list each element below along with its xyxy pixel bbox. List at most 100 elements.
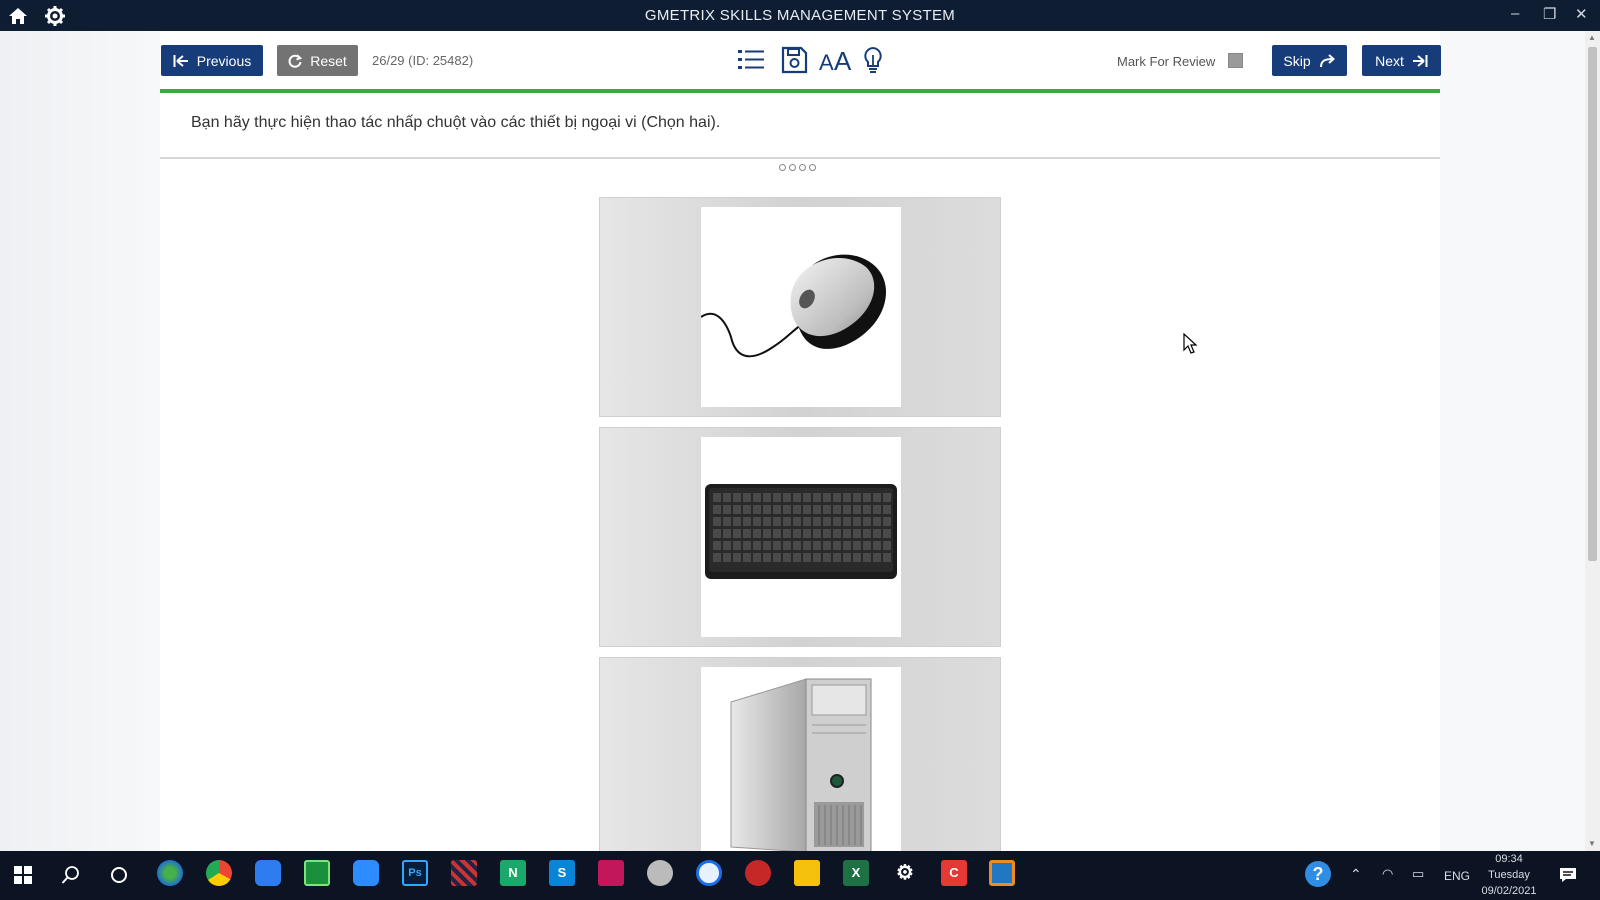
chevron-up-icon[interactable]: ⌃ <box>1350 866 1362 883</box>
vertical-scrollbar[interactable]: ▲ ▼ <box>1585 31 1600 851</box>
clock-time[interactable]: 09:34 <box>1476 853 1542 865</box>
scroll-down-icon[interactable]: ▼ <box>1588 839 1596 848</box>
sticky-notes-icon[interactable] <box>794 860 820 886</box>
chrome-icon[interactable] <box>206 860 232 886</box>
next-button[interactable]: Next <box>1362 45 1441 76</box>
keyboard-key <box>723 505 731 514</box>
skip-arrow-icon <box>1319 53 1335 67</box>
keyboard-key <box>793 541 801 550</box>
answer-tile-desktop[interactable] <box>599 657 1001 857</box>
battery-icon[interactable]: ▭ <box>1412 866 1424 882</box>
minimize-icon[interactable]: ‒ <box>1511 5 1519 22</box>
app-icon[interactable] <box>647 860 673 886</box>
mark-for-review-label: Mark For Review <box>1117 54 1216 69</box>
keyboard-key <box>733 541 741 550</box>
keyboard-key <box>883 517 891 526</box>
divider <box>160 157 1440 159</box>
font-size-icon[interactable]: A A <box>819 45 853 75</box>
app-title: GMETRIX SKILLS MANAGEMENT SYSTEM <box>644 7 956 24</box>
keyboard-key <box>843 493 851 502</box>
app-icon[interactable]: C <box>941 860 967 886</box>
keyboard-key <box>823 517 831 526</box>
keyboard-key <box>873 529 881 538</box>
zalo-icon[interactable] <box>696 860 722 886</box>
notepad-icon[interactable]: N <box>500 860 526 886</box>
edge-icon[interactable] <box>157 860 183 886</box>
svg-text:A: A <box>819 50 834 75</box>
clock-day[interactable]: Tuesday <box>1476 869 1542 881</box>
settings-icon[interactable]: ⚙ <box>892 860 918 886</box>
previous-button[interactable]: Previous <box>161 45 263 76</box>
keyboard-key <box>873 553 881 562</box>
keyboard-key <box>813 493 821 502</box>
keyboard-key <box>803 541 811 550</box>
gmetrix-icon[interactable] <box>989 860 1015 886</box>
scroll-thumb[interactable] <box>1588 47 1597 561</box>
keyboard-key <box>863 541 871 550</box>
keyboard-key <box>773 529 781 538</box>
clock-date[interactable]: 09/02/2021 <box>1476 885 1542 897</box>
keyboard-key <box>823 529 831 538</box>
keyboard-key <box>853 505 861 514</box>
search-icon[interactable] <box>61 865 81 885</box>
cortana-icon[interactable] <box>110 866 128 884</box>
keyboard-key <box>793 517 801 526</box>
keyboard-key <box>883 541 891 550</box>
answer-tile-mouse[interactable] <box>599 197 1001 417</box>
keyboard-key <box>753 541 761 550</box>
keyboard-key <box>743 505 751 514</box>
mark-for-review-checkbox[interactable] <box>1228 53 1243 68</box>
keyboard-key <box>773 541 781 550</box>
keyboard-key <box>743 553 751 562</box>
app-icon[interactable] <box>451 860 477 886</box>
photoshop-icon[interactable]: Ps <box>402 860 428 886</box>
keyboard-key <box>723 553 731 562</box>
keyboard-key <box>813 553 821 562</box>
keyboard-key <box>853 529 861 538</box>
keyboard-key <box>843 517 851 526</box>
list-icon[interactable] <box>736 45 766 75</box>
camtasia-icon[interactable] <box>304 860 330 886</box>
lightbulb-icon[interactable] <box>858 45 888 75</box>
keyboard-key <box>733 553 741 562</box>
close-icon[interactable]: ✕ <box>1575 5 1588 23</box>
keyboard-key <box>813 505 821 514</box>
help-icon[interactable]: ? <box>1305 861 1331 887</box>
keyboard-key <box>833 529 841 538</box>
keyboard-key <box>863 493 871 502</box>
keyboard-key <box>753 517 761 526</box>
answer-tile-keyboard[interactable] <box>599 427 1001 647</box>
keyboard-key <box>853 493 861 502</box>
resize-handle[interactable] <box>779 164 816 171</box>
restore-icon[interactable]: ❐ <box>1543 5 1556 23</box>
keyboard-key <box>713 541 721 550</box>
notification-icon[interactable] <box>1559 867 1577 883</box>
skip-button[interactable]: Skip <box>1272 45 1347 76</box>
keyboard-key <box>763 493 771 502</box>
reset-button[interactable]: Reset <box>277 45 358 76</box>
app-grid-icon[interactable] <box>598 860 624 886</box>
keyboard-key <box>783 541 791 550</box>
keyboard-key <box>763 553 771 562</box>
keyboard-key <box>863 529 871 538</box>
save-icon[interactable] <box>779 45 809 75</box>
handle-dot <box>789 164 796 171</box>
keyboard-key <box>733 493 741 502</box>
scroll-up-icon[interactable]: ▲ <box>1588 33 1596 42</box>
keyboard-key <box>733 505 741 514</box>
keyboard-key <box>743 517 751 526</box>
mouse-pointer-icon <box>1183 333 1198 354</box>
messenger-icon[interactable] <box>255 860 281 886</box>
excel-icon[interactable]: X <box>843 860 869 886</box>
language-indicator[interactable]: ENG <box>1444 869 1470 883</box>
keyboard-key <box>883 493 891 502</box>
windows-start-icon[interactable] <box>14 866 32 884</box>
keyboard-key <box>823 505 831 514</box>
keyboard-key <box>843 505 851 514</box>
wifi-icon[interactable]: ◠ <box>1382 866 1393 882</box>
keyboard-image <box>705 484 897 579</box>
skype-icon[interactable]: S <box>549 860 575 886</box>
keyboard-key <box>833 541 841 550</box>
app-icon[interactable] <box>745 860 771 886</box>
zoom-icon[interactable] <box>353 860 379 886</box>
